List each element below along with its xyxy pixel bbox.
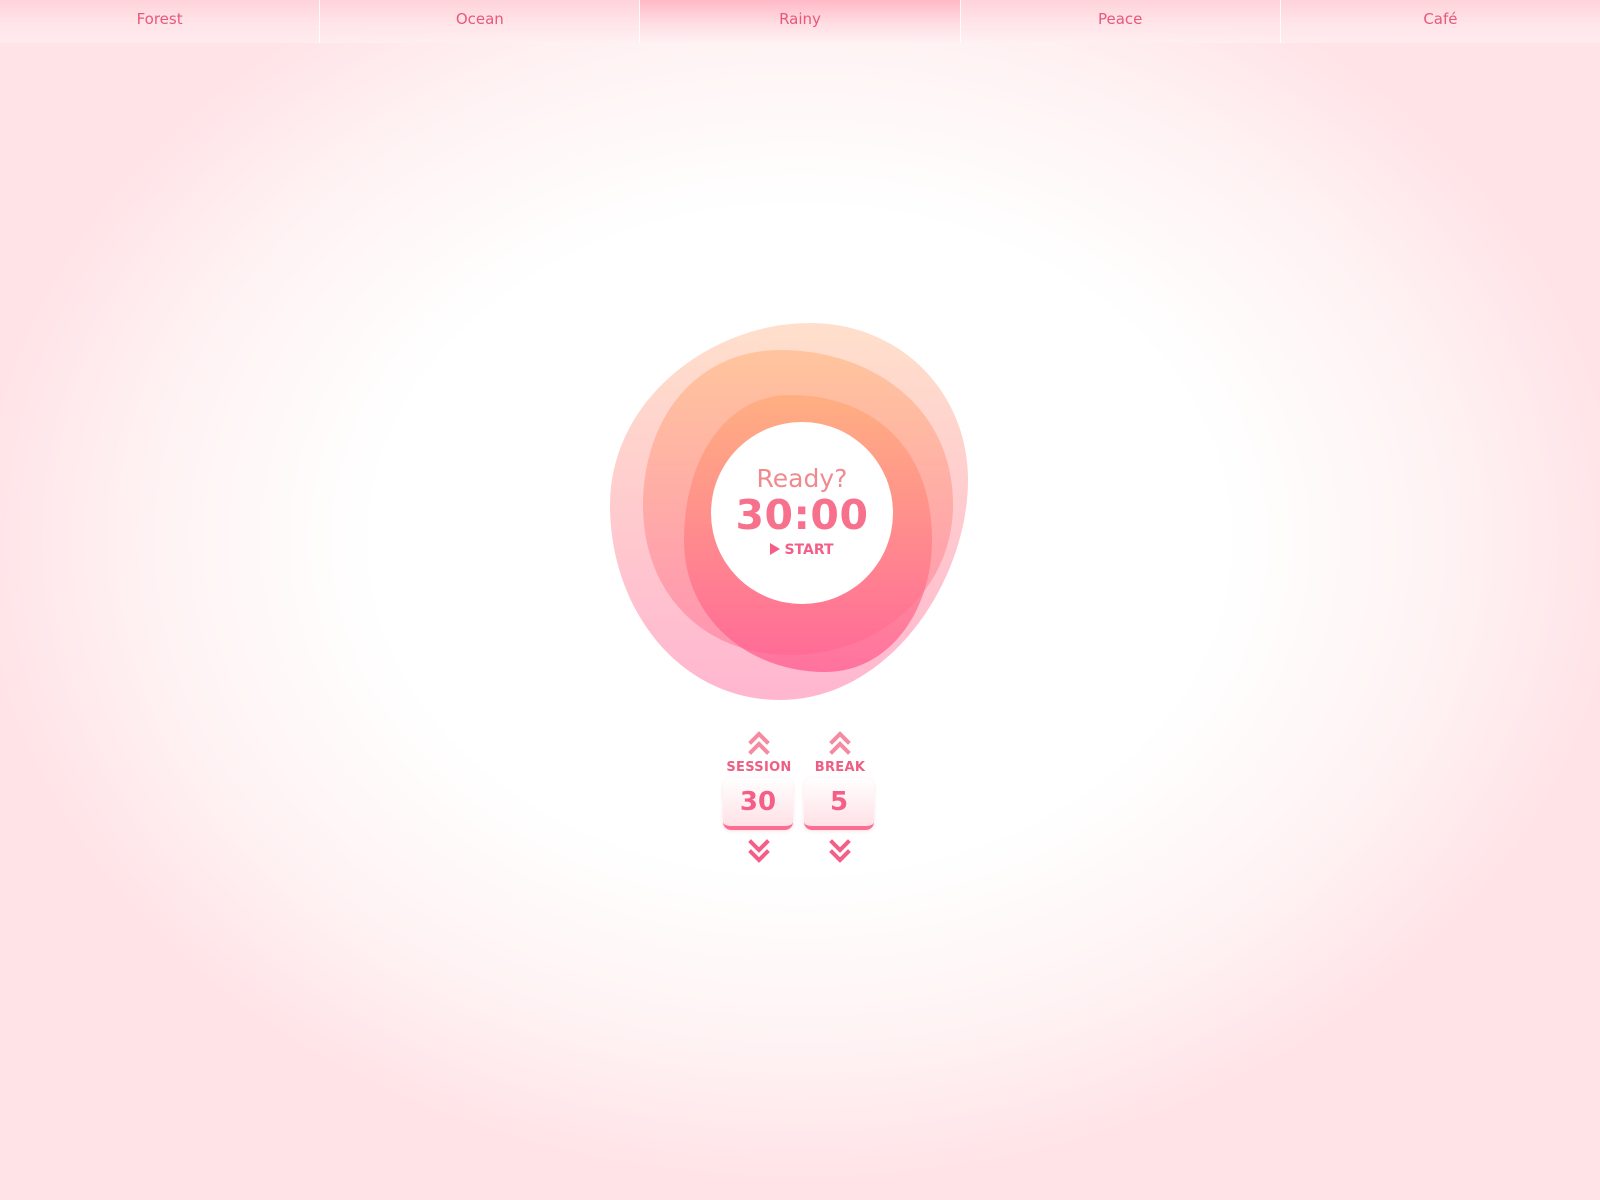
break-decrease-icon[interactable] [828, 838, 852, 864]
play-icon [770, 543, 781, 555]
break-control: BREAK 5 [804, 730, 876, 864]
tab-ocean[interactable]: Ocean [320, 0, 641, 43]
session-control: SESSION 30 [723, 730, 795, 864]
start-button[interactable]: START [711, 542, 893, 558]
session-value[interactable]: 30 [723, 778, 793, 830]
tab-peace[interactable]: Peace [960, 0, 1281, 43]
session-label: SESSION [726, 760, 792, 775]
start-label: START [784, 542, 834, 558]
session-decrease-icon[interactable] [747, 838, 771, 864]
tab-rainy[interactable]: Rainy [640, 0, 961, 43]
tab-forest[interactable]: Forest [0, 0, 321, 43]
break-label: BREAK [814, 760, 866, 775]
timer-time: 30:00 [735, 491, 869, 539]
timer-display: Ready? 30:00 START [711, 422, 893, 604]
break-value[interactable]: 5 [804, 778, 874, 830]
timer-status: Ready? [756, 464, 848, 493]
break-increase-icon[interactable] [828, 730, 852, 756]
sound-tabs: Forest Ocean Rainy Peace Café [0, 0, 1600, 43]
session-increase-icon[interactable] [747, 730, 771, 756]
tab-cafe[interactable]: Café [1280, 0, 1600, 43]
